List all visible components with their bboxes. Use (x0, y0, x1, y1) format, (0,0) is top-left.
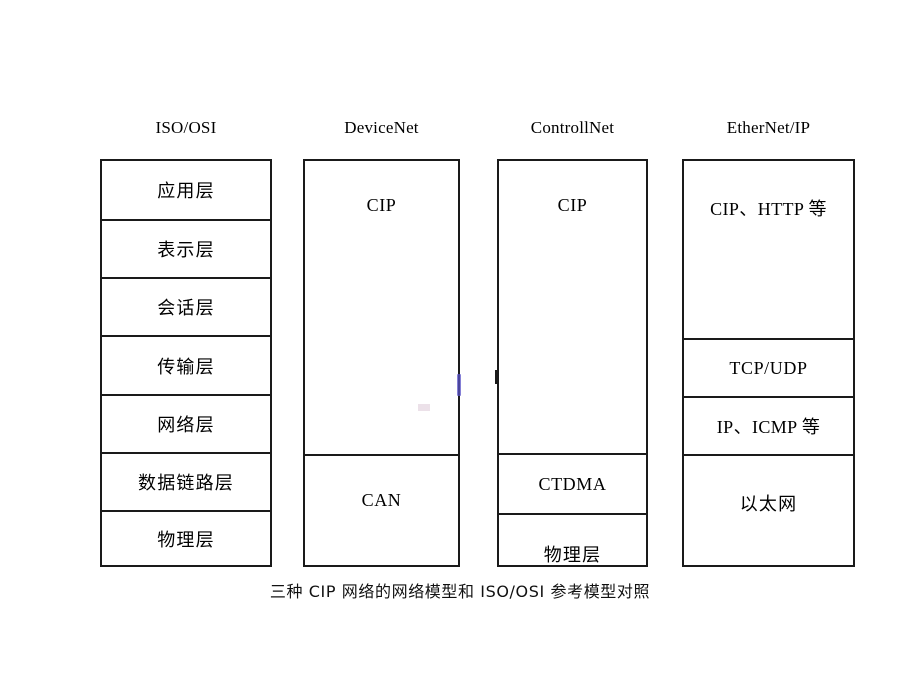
cell-ethernet-ip-tcp-udp: TCP/UDP (684, 338, 853, 396)
column-header-controlnet: ControllNet (530, 118, 615, 137)
cell-devicenet-can: CAN (305, 454, 458, 565)
cell-iso-osi-physical: 物理层 (102, 510, 270, 565)
cell-label: CIP (557, 195, 588, 215)
cell-label: 传输层 (157, 356, 215, 378)
cell-controlnet-physical: 物理层 (499, 513, 646, 566)
cell-iso-osi-presentation: 表示层 (102, 219, 270, 277)
cell-controlnet-cip: CIP (499, 161, 646, 453)
cell-label: CAN (361, 490, 402, 510)
cell-iso-osi-data-link: 数据链路层 (102, 452, 270, 510)
cell-ethernet-ip-cip-http: CIP、HTTP 等 (684, 161, 853, 338)
cell-label: 表示层 (157, 240, 215, 261)
stack-iso-osi: 应用层 表示层 会话层 传输层 网络层 数据链路层 物理层 (100, 159, 272, 567)
cell-label: 物理层 (157, 529, 215, 551)
cell-label: CIP、HTTP 等 (710, 199, 827, 219)
cell-label: 应用层 (157, 181, 215, 202)
cell-devicenet-cip: CIP (305, 161, 458, 454)
scan-artifact-blue-mark (457, 374, 461, 396)
cell-ethernet-ip-ip-icmp: IP、ICMP 等 (684, 396, 853, 454)
cell-iso-osi-network: 网络层 (102, 394, 270, 452)
column-header-iso-osi: ISO/OSI (155, 118, 217, 137)
cell-label: CIP (366, 195, 397, 215)
stack-devicenet: CIP CAN (303, 159, 460, 567)
stack-ethernet-ip: CIP、HTTP 等 TCP/UDP IP、ICMP 等 以太网 (682, 159, 855, 567)
cell-controlnet-ctdma: CTDMA (499, 453, 646, 513)
scan-artifact-faint-smudge (418, 404, 430, 411)
cell-iso-osi-application: 应用层 (102, 161, 270, 219)
column-header-ethernet-ip: EtherNet/IP (726, 118, 811, 137)
cell-label: 数据链路层 (138, 473, 234, 494)
cell-label: 网络层 (157, 415, 215, 436)
cell-iso-osi-transport: 传输层 (102, 335, 270, 394)
cell-label: CTDMA (538, 473, 607, 494)
network-model-comparison-diagram: ISO/OSI 应用层 表示层 会话层 传输层 网络层 数据链路层 物理层 De… (0, 0, 920, 690)
stack-controlnet: CIP CTDMA 物理层 (497, 159, 648, 567)
column-header-devicenet: DeviceNet (344, 118, 419, 137)
cell-label: 会话层 (157, 298, 215, 319)
cell-ethernet-ip-ethernet: 以太网 (684, 454, 853, 565)
cell-label: IP、ICMP 等 (716, 417, 821, 437)
cell-label: 物理层 (543, 545, 602, 566)
cell-label: 以太网 (739, 494, 798, 515)
cell-iso-osi-session: 会话层 (102, 277, 270, 335)
scan-artifact-notch (495, 370, 499, 384)
diagram-caption: 三种 CIP 网络的网络模型和 ISO/OSI 参考模型对照 (269, 582, 651, 601)
cell-label: TCP/UDP (729, 357, 808, 378)
